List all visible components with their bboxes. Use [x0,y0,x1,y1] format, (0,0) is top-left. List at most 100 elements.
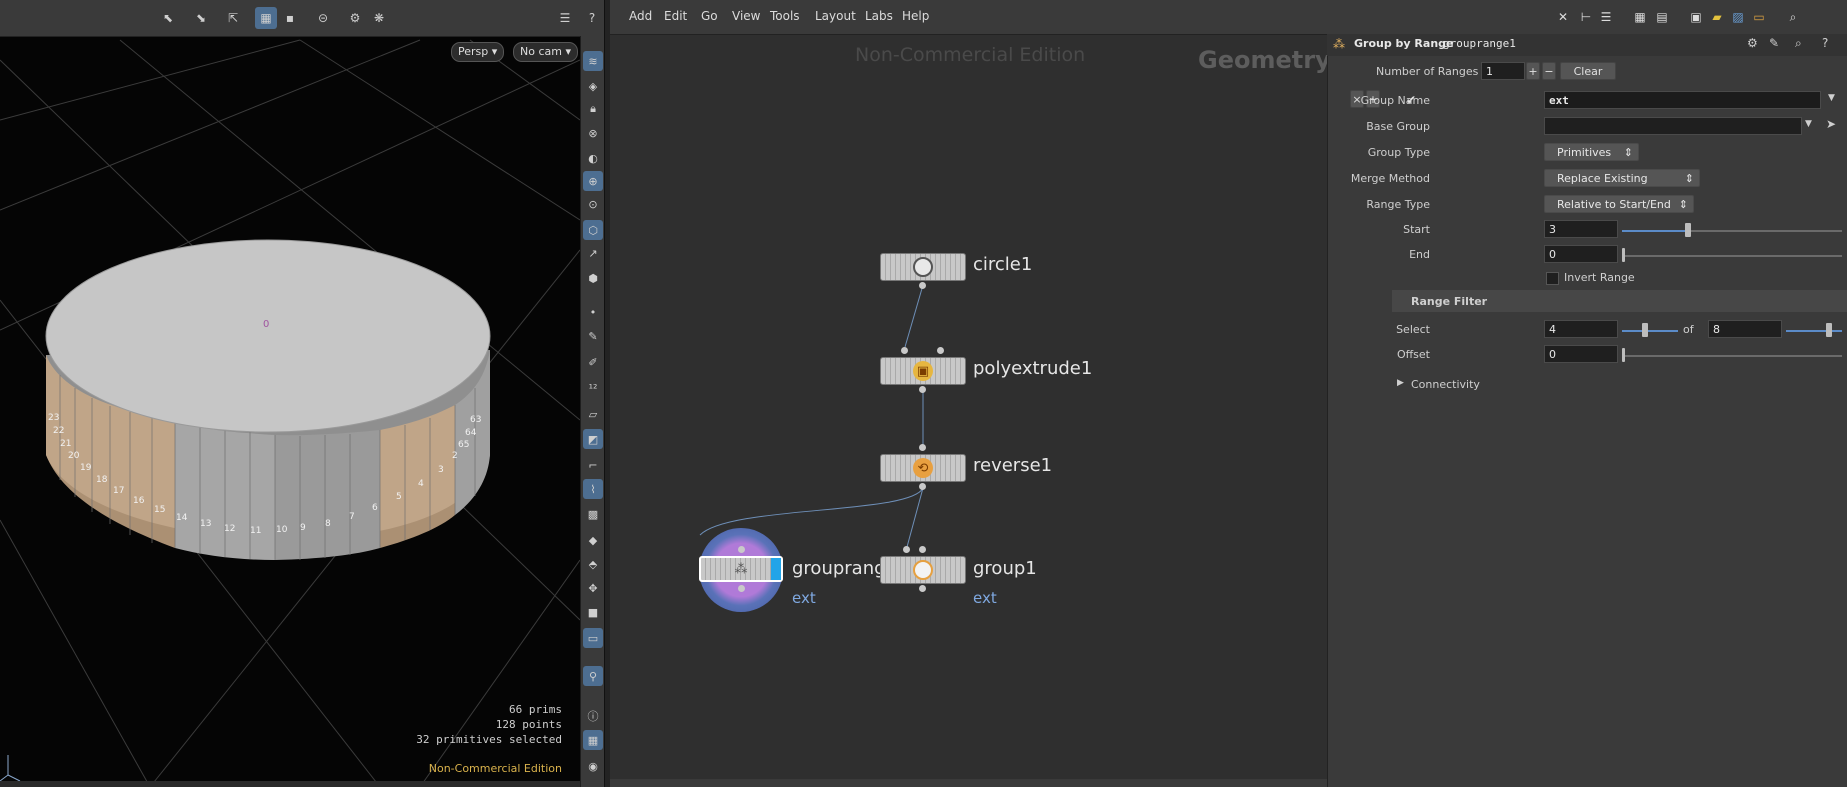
close-icon[interactable]: ⊗ [583,123,603,143]
camera-icon[interactable]: ◉ [583,756,603,776]
timeline-ruler[interactable] [0,781,580,787]
persp-camera-dropdown[interactable]: Persp ▾ [451,42,505,62]
connectivity-label[interactable]: Connectivity [1411,378,1480,391]
chevron-down-icon[interactable]: ▼ [1805,119,1812,129]
table-view-icon[interactable]: ▤ [1654,9,1670,25]
point-markers-icon[interactable]: ⊙ [583,194,603,214]
menu-view[interactable]: View [732,9,760,23]
add-range-button[interactable]: + [1526,62,1540,80]
of-slider[interactable] [1786,330,1842,332]
search-icon[interactable]: ⌕ [1785,9,1801,25]
menu-add[interactable]: Add [629,9,652,23]
group-type-menu[interactable]: Primitives ⇕ [1544,143,1639,161]
output-connector[interactable] [919,585,926,592]
normals-icon[interactable]: ↗ [583,243,603,263]
node-name-field[interactable]: grouprange1 [1443,37,1516,50]
input-connector[interactable] [919,546,926,553]
remove-range-button[interactable]: − [1542,62,1556,80]
select-field[interactable]: 4 [1544,320,1618,338]
info-icon[interactable]: ⓘ [583,706,603,726]
background-icon[interactable]: ▭ [583,628,603,648]
select-slider-knob[interactable] [1642,323,1648,337]
number-icon[interactable]: ¹² [583,378,603,398]
help-icon[interactable]: ? [581,7,603,29]
offset-slider[interactable] [1622,355,1842,357]
menu-layout[interactable]: Layout [815,9,856,23]
offset-slider-knob[interactable] [1622,348,1625,362]
expand-arrow-icon[interactable]: ▶ [1397,378,1404,388]
output-connector[interactable] [919,386,926,393]
node-group1[interactable] [880,556,966,584]
range-type-menu[interactable]: Relative to Start/End ⇕ [1544,195,1694,213]
viewport-canvas[interactable]: 0 2322212019181716151413 12 11 10 9 8765432 6… [0,0,580,787]
of-slider-knob[interactable] [1826,323,1832,337]
menu-tools[interactable]: Tools [770,9,800,23]
offset-field[interactable]: 0 [1544,345,1618,363]
shape-icon[interactable]: ⬘ [583,554,603,574]
end-slider-knob[interactable] [1622,248,1625,262]
select-slider[interactable] [1622,330,1678,332]
paint-icon[interactable]: ▱ [583,404,603,424]
axis-icon[interactable]: ✥ [583,578,603,598]
secure-selection-icon[interactable]: ⊝ [312,7,334,29]
square-icon[interactable]: ■ [583,602,603,622]
output-connector[interactable] [919,282,926,289]
select-points-icon[interactable]: ⬊ [190,7,212,29]
sticky-note-icon[interactable]: ▰ [1709,9,1725,25]
gear-icon[interactable]: ⚙ [1747,36,1758,50]
start-slider-knob[interactable] [1685,223,1691,237]
display-flag[interactable] [771,558,781,580]
clear-button[interactable]: Clear [1560,62,1616,80]
menu-help[interactable]: Help [902,9,929,23]
paint-brush-icon[interactable]: ✎ [1769,36,1779,50]
node-polyextrude1[interactable]: ▣ [880,357,966,385]
snap-icon[interactable]: ⚙ [344,7,366,29]
base-group-field[interactable] [1544,117,1802,135]
layout-icon[interactable]: ▦ [583,730,603,750]
search-icon[interactable]: ⌕ [1795,36,1802,51]
select-groups-icon[interactable]: ▪ [279,7,301,29]
grid-view-icon[interactable]: ▦ [1632,9,1648,25]
menu-labs[interactable]: Labs [865,9,893,23]
help-icon[interactable]: ? [1822,36,1828,50]
checker-icon[interactable]: ▩ [583,504,603,524]
select-prims-icon[interactable]: ▦ [255,7,277,29]
wire-icon[interactable]: ⌇ [583,479,603,499]
background-image-icon[interactable]: ▨ [1730,9,1746,25]
group-name-field[interactable]: ext [1544,91,1821,109]
select-tool-icon[interactable]: ⬉ [157,7,179,29]
lock-icon[interactable]: 🔒︎ [583,99,603,119]
tree-icon[interactable]: ⊢ [1578,9,1594,25]
corner-icon[interactable]: ⌐ [583,455,603,475]
end-slider[interactable] [1622,255,1842,257]
output-connector[interactable] [919,483,926,490]
node-grouprange[interactable]: ⁂ [699,556,783,582]
select-edges-icon[interactable]: ⇱ [222,7,244,29]
menu-edit[interactable]: Edit [664,9,687,23]
prim-numbers-icon[interactable]: ⬡ [583,220,603,240]
node-reverse1[interactable]: ⟲ [880,454,966,482]
vertex-icon[interactable]: ⬢ [583,268,603,288]
end-field[interactable]: 0 [1544,245,1618,263]
of-field[interactable]: 8 [1708,320,1782,338]
camera-dropdown[interactable]: No cam ▾ [513,42,578,62]
point-numbers-icon[interactable]: ⊕ [583,171,603,191]
dot-icon[interactable]: • [583,302,603,322]
dependency-icon[interactable]: ▭ [1751,9,1767,25]
uv-icon[interactable]: ◩ [583,429,603,449]
display-options-icon[interactable]: ☰ [554,7,576,29]
range-filter-section[interactable]: Range Filter [1392,290,1847,312]
diamond-icon[interactable]: ◆ [583,530,603,550]
input-connector[interactable] [919,444,926,451]
menu-go[interactable]: Go [701,9,718,23]
num-ranges-field[interactable]: 1 [1481,62,1525,80]
image-icon[interactable]: ▣ [1688,9,1704,25]
display-mode-icon[interactable]: ≋ [583,51,603,71]
merge-method-menu[interactable]: Replace Existing ⇕ [1544,169,1700,187]
brush-icon[interactable]: ✎ [583,326,603,346]
start-field[interactable]: 3 [1544,220,1618,238]
output-connector[interactable] [738,585,745,592]
input-connector[interactable] [901,347,908,354]
lighting-icon[interactable]: ◐ [583,148,603,168]
input-connector[interactable] [937,347,944,354]
